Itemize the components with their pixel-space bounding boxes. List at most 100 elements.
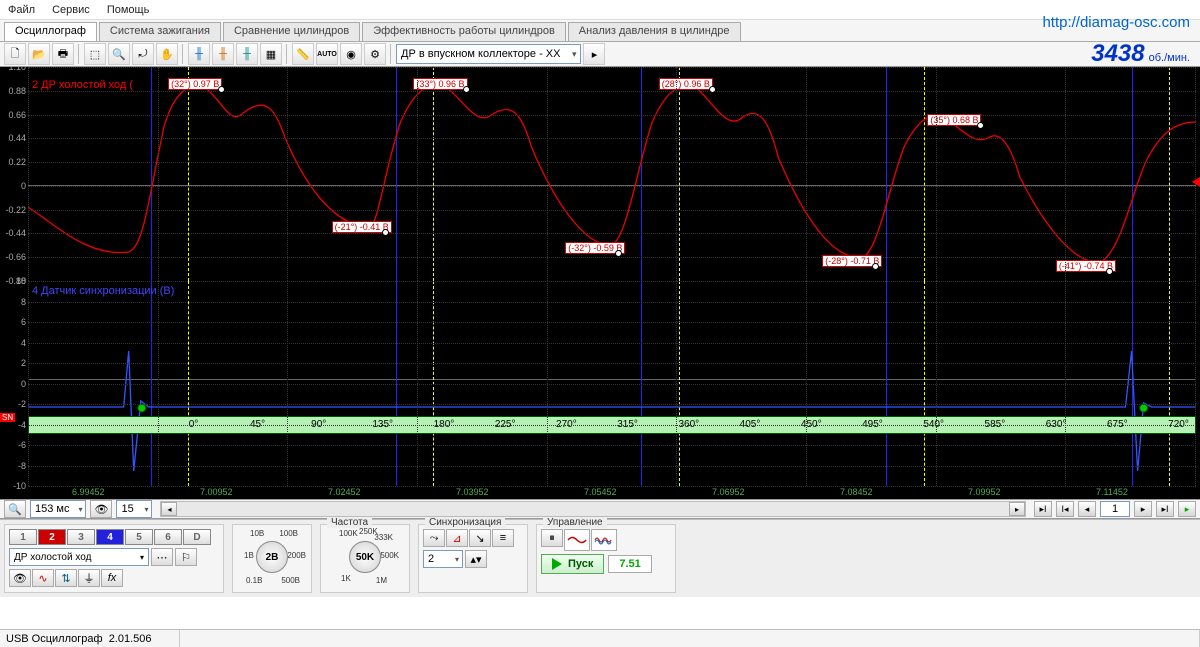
sync-edge-rise-button[interactable]: ⊿ xyxy=(446,529,468,547)
run-button[interactable]: Пуск xyxy=(541,554,604,574)
zoom-in-button[interactable]: 🔍 xyxy=(108,43,130,65)
preset-apply-button[interactable]: ▸ xyxy=(583,43,605,65)
voltage-dial[interactable]: 10В 100В 1В 200В 0.1В 500В 2В xyxy=(244,529,300,585)
rpm-value: 3438 xyxy=(1091,40,1144,68)
tab-compare-cyl[interactable]: Сравнение цилиндров xyxy=(223,22,360,41)
run-title: Управление xyxy=(543,517,607,528)
ground-icon[interactable]: ⏚ xyxy=(78,569,100,587)
count-combo[interactable]: 15 xyxy=(116,500,152,518)
grid-button[interactable]: ▦ xyxy=(260,43,282,65)
time-tick: 7.11452 xyxy=(1096,487,1128,497)
statusbar: USB Осциллограф 2.01.506 xyxy=(0,629,1200,647)
measure-a-button[interactable]: ╫ xyxy=(188,43,210,65)
settings-button[interactable]: ⚙ xyxy=(364,43,386,65)
ch2-button[interactable]: 2 xyxy=(38,529,66,545)
frequency-dial[interactable]: 100K 250K 333K 500K 1M 1K 50K xyxy=(337,529,393,585)
sync-list-button[interactable]: ≡ xyxy=(492,529,514,547)
sync-group: Синхронизация ⤳ ⊿ ↘ ≡ 2 ▴▾ xyxy=(418,524,528,593)
nav-first-button[interactable]: ▸I xyxy=(1034,501,1052,517)
control-panel: 1 2 3 4 5 6 D ДР холостой ход ⋯ ⚐ 👁 ∿ ⇅ … xyxy=(0,519,1200,597)
fx-button[interactable]: fx xyxy=(101,569,123,587)
time-tick: 7.02452 xyxy=(328,487,361,497)
nav-next-fast-button[interactable]: ▸I xyxy=(1156,501,1174,517)
voltage-dial-value: 2В xyxy=(256,541,288,573)
print-button[interactable] xyxy=(52,43,74,65)
scroll-left-button[interactable]: ◂ xyxy=(161,502,177,516)
sync-mark-button[interactable]: ◉ xyxy=(340,43,362,65)
ch6-button[interactable]: 6 xyxy=(154,529,182,545)
channel-4-label: 4 Датчик синхронизации (В) xyxy=(32,285,174,297)
y-tick: -0.44 xyxy=(0,228,26,238)
trigger-marker-icon[interactable] xyxy=(1192,177,1200,187)
hand-button[interactable]: ✋ xyxy=(156,43,178,65)
coupling-dc-icon[interactable]: ⇅ xyxy=(55,569,77,587)
frame-number[interactable]: 1 xyxy=(1100,501,1130,517)
menu-service[interactable]: Сервис xyxy=(52,4,90,16)
time-tick: 7.05452 xyxy=(584,487,617,497)
open-button[interactable] xyxy=(28,43,50,65)
signal-opts-button[interactable]: ⚐ xyxy=(175,548,197,566)
sync-channel-combo[interactable]: 2 xyxy=(423,550,463,568)
mode-single-icon[interactable] xyxy=(564,529,590,551)
preset-combo[interactable]: ДР в впускном коллекторе - ХХ xyxy=(396,44,581,64)
peak-label: (33°) 0.96 В xyxy=(413,78,467,90)
cursor-button[interactable]: ⤾ xyxy=(132,43,154,65)
nav-prev-button[interactable]: ◂ xyxy=(1078,501,1096,517)
mode-multi-icon[interactable] xyxy=(591,529,617,551)
plot-channel-2[interactable]: 2 ДР холостой ход ( 1.100.880.660.440.22… xyxy=(28,67,1196,281)
scroll-right-button[interactable]: ▸ xyxy=(1009,502,1025,516)
sync-edge-fall-button[interactable]: ↘ xyxy=(469,529,491,547)
y-tick: 1.10 xyxy=(0,67,26,72)
signal-type-combo[interactable]: ДР холостой ход xyxy=(9,548,149,566)
coupling-ac-icon[interactable]: ∿ xyxy=(32,569,54,587)
run-status-value: 7.51 xyxy=(608,555,651,573)
pause-button[interactable]: ⏸ xyxy=(541,529,563,547)
chD-button[interactable]: D xyxy=(183,529,211,545)
rpm-unit: об./мин. xyxy=(1149,52,1190,64)
y-tick: -8 xyxy=(0,461,26,471)
horizontal-scrollbar[interactable]: ◂ ▸ xyxy=(160,501,1026,517)
website-link[interactable]: http://diamag-osc.com xyxy=(1042,14,1190,31)
measure-c-button[interactable]: ╫ xyxy=(236,43,258,65)
tab-ignition[interactable]: Система зажигания xyxy=(99,22,221,41)
y-axis-top xyxy=(0,67,28,281)
peak-dot xyxy=(218,86,225,93)
y-tick: 0.22 xyxy=(0,157,26,167)
y-tick: 8 xyxy=(0,297,26,307)
y-tick: 10 xyxy=(0,276,26,286)
ruler-button[interactable]: 📏 xyxy=(292,43,314,65)
ch1-button[interactable]: 1 xyxy=(9,529,37,545)
ch3-button[interactable]: 3 xyxy=(67,529,95,545)
status-version: 2.01.506 xyxy=(109,633,152,645)
measure-b-button[interactable]: ╫ xyxy=(212,43,234,65)
module-tabs: Осциллограф Система зажигания Сравнение … xyxy=(0,20,1200,42)
timebase-combo[interactable]: 153 мс xyxy=(30,500,86,518)
zoom-time-button[interactable]: 🔍 xyxy=(4,500,26,518)
tab-oscilloscope[interactable]: Осциллограф xyxy=(4,22,97,41)
y-tick: -2 xyxy=(0,399,26,409)
tab-pressure[interactable]: Анализ давления в цилиндре xyxy=(568,22,741,41)
time-axis: 6.994527.009527.024527.039527.054527.069… xyxy=(0,487,1200,499)
view-toggle-icon[interactable]: 👁 xyxy=(9,569,31,587)
zoom-region-button[interactable]: ⬚ xyxy=(84,43,106,65)
nav-next-button[interactable]: ▸ xyxy=(1134,501,1152,517)
chart-area[interactable]: 2 ДР холостой ход ( 1.100.880.660.440.22… xyxy=(0,67,1200,499)
rpm-display: 3438 об./мин. xyxy=(1091,40,1196,68)
new-button[interactable] xyxy=(4,43,26,65)
plot-channel-4[interactable]: 0°45°90°135°180°225°270°315°360°405°450°… xyxy=(28,281,1196,486)
auto-button[interactable]: AUTO xyxy=(316,43,338,65)
ch5-button[interactable]: 5 xyxy=(125,529,153,545)
tab-efficiency[interactable]: Эффективность работы цилиндров xyxy=(362,22,566,41)
ch4-button[interactable]: 4 xyxy=(96,529,124,545)
sync-up-button[interactable]: ▴▾ xyxy=(465,550,487,568)
scroll-controls: 🔍 153 мс 👁 15 ◂ ▸ ▸I I◂ ◂ 1 ▸ ▸I ▸ xyxy=(0,499,1200,519)
time-tick: 7.00952 xyxy=(200,487,233,497)
nav-play-button[interactable]: ▸ xyxy=(1178,501,1196,517)
signal-browse-button[interactable]: ⋯ xyxy=(151,548,173,566)
menu-help[interactable]: Помощь xyxy=(107,4,150,16)
nav-prev-fast-button[interactable]: I◂ xyxy=(1056,501,1074,517)
menu-file[interactable]: Файл xyxy=(8,4,35,16)
sync-marker[interactable]: SN xyxy=(0,413,15,422)
eye-button[interactable]: 👁 xyxy=(90,500,112,518)
sync-mode-a-button[interactable]: ⤳ xyxy=(423,529,445,547)
